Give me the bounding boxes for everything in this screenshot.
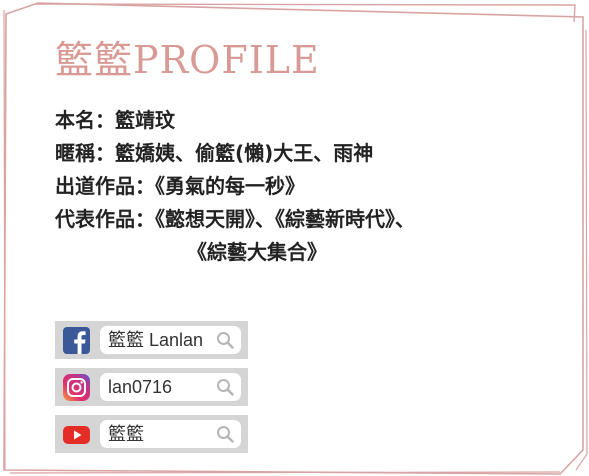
instagram-search-box[interactable]: lan0716	[55, 368, 248, 406]
profile-title: 籃籃PROFILE	[55, 38, 320, 82]
instagram-account: lan0716	[108, 377, 173, 397]
real-name: 本名：籃靖玟	[55, 108, 175, 132]
search-icon[interactable]	[216, 331, 234, 349]
representative-works-continued: 《綜藝大集合》	[187, 240, 327, 264]
facebook-field[interactable]: 籃籃 Lanlan	[100, 326, 241, 354]
facebook-account: 籃籃 Lanlan	[108, 330, 204, 350]
nickname: 暱稱：籃嬌姨、偷籃(懶)大王、雨神	[55, 141, 374, 165]
youtube-search-box[interactable]: 籃籃	[55, 415, 248, 453]
search-icon[interactable]	[216, 425, 234, 443]
facebook-search-box[interactable]: 籃籃 Lanlan	[55, 321, 248, 359]
youtube-field[interactable]: 籃籃	[100, 420, 241, 448]
facebook-icon[interactable]	[63, 327, 90, 354]
instagram-icon[interactable]	[63, 374, 90, 401]
debut-work: 出道作品：《勇氣的每一秒》	[55, 174, 305, 198]
youtube-account: 籃籃	[108, 424, 144, 444]
youtube-icon[interactable]	[63, 421, 90, 448]
representative-works: 代表作品：《懿想天開》、《綜藝新時代》、	[55, 207, 415, 231]
profile-info: 本名：籃靖玟 暱稱：籃嬌姨、偷籃(懶)大王、雨神 出道作品：《勇氣的每一秒》 代…	[55, 104, 555, 269]
instagram-field[interactable]: lan0716	[100, 373, 241, 401]
search-icon[interactable]	[216, 378, 234, 396]
